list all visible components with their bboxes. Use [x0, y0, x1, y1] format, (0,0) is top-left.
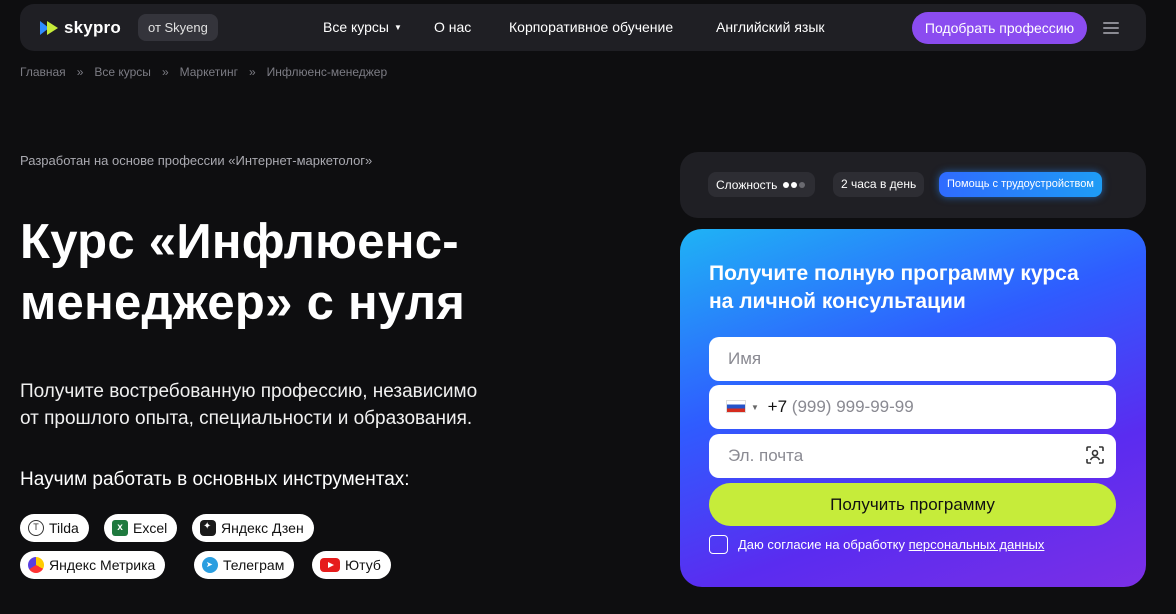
logo-text: skypro — [64, 18, 121, 37]
choose-profession-button[interactable]: Подобрать профессию — [912, 12, 1087, 44]
name-field[interactable]: Имя — [709, 337, 1116, 381]
difficulty-dot — [791, 182, 798, 188]
phone-prefix: +7 — [767, 397, 788, 416]
from-skyeng-badge[interactable]: от Skyeng — [138, 14, 218, 41]
email-field[interactable]: Эл. почта — [709, 434, 1116, 478]
logo-icon — [40, 21, 58, 35]
breadcrumb: Главная » Все курсы » Маркетинг » Инфлюенс-мен… — [20, 65, 387, 79]
page-title-line1: Курс «Инфлюенс- — [20, 215, 459, 269]
tool-tag-metrika: Яндекс Метрика — [20, 551, 166, 579]
consent-row: Даю согласие на обработку персональных д… — [709, 535, 1044, 554]
nav-english[interactable]: Английский язык — [716, 19, 825, 35]
breadcrumb-marketing[interactable]: Маркетинг — [180, 65, 238, 79]
breadcrumb-all-courses[interactable]: Все курсы — [94, 65, 151, 79]
job-help-chip: Помощь с трудоустройством — [939, 172, 1102, 197]
telegram-icon — [202, 557, 218, 573]
hours-chip: 2 часа в день — [833, 172, 925, 197]
breadcrumb-separator: » — [76, 65, 84, 79]
email-placeholder: Эл. почта — [728, 446, 804, 465]
consent-text-label: Даю согласие на обработку — [738, 537, 905, 552]
form-title-line2: на личной консультации — [709, 290, 966, 313]
form-title-line1: Получите полную программу курса — [709, 262, 1079, 285]
youtube-icon — [320, 558, 340, 572]
difficulty-chip: Сложность — [708, 172, 816, 197]
top-navbar: skypro от Skyeng Все курсы ▼ О нас Корпор… — [20, 4, 1146, 51]
tool-tag-label: Яндекс Дзен — [221, 520, 304, 536]
nav-all-courses-label: Все курсы — [323, 19, 389, 35]
difficulty-dot — [783, 182, 790, 188]
nav-corporate[interactable]: Корпоративное обучение — [509, 19, 673, 35]
hero-description-line2: от прошлого опыта, специальности и образ… — [20, 408, 473, 429]
consent-checkbox[interactable] — [709, 535, 728, 554]
contact-scan-icon[interactable] — [1086, 446, 1104, 464]
tool-tag-youtube: Ютуб — [312, 551, 391, 579]
excel-icon: x — [112, 520, 128, 536]
hero-description: Получите востребованную профессию, незав… — [20, 378, 540, 432]
tool-tag-label: Яндекс Метрика — [49, 557, 156, 573]
phone-placeholder: (999) 999-99-99 — [791, 397, 914, 416]
phone-field[interactable]: ▼ +7 (999) 999-99-99 — [709, 385, 1116, 429]
tool-tag-excel: x Excel — [104, 514, 178, 542]
chevron-down-icon: ▼ — [394, 23, 402, 32]
breadcrumb-separator: » — [248, 65, 256, 79]
difficulty-dots — [783, 172, 807, 197]
tool-tag-tilda: T Tilda — [20, 514, 89, 542]
breadcrumb-current: Инфлюенс-менеджер — [266, 65, 388, 79]
dzen-icon — [200, 520, 216, 536]
get-program-button[interactable]: Получить программу — [709, 483, 1116, 526]
russia-flag-icon[interactable] — [726, 400, 746, 413]
consultation-form: Получите полную программу курса на лично… — [680, 229, 1146, 587]
hero-description-line1: Получите востребованную профессию, незав… — [20, 381, 478, 402]
consent-text: Даю согласие на обработку персональных д… — [738, 537, 1044, 552]
difficulty-dot — [799, 182, 806, 188]
tools-heading: Научим работать в основных инструментах: — [20, 469, 410, 490]
tool-tag-telegram: Телеграм — [194, 551, 295, 579]
personal-data-link[interactable]: персональных данных — [909, 537, 1045, 552]
breadcrumb-home[interactable]: Главная — [20, 65, 66, 79]
nav-about[interactable]: О нас — [434, 19, 471, 35]
tool-tag-label: Ютуб — [345, 557, 381, 573]
page-title: Курс «Инфлюенс- менеджер» с нуля — [20, 212, 580, 334]
chevron-down-icon[interactable]: ▼ — [751, 403, 759, 412]
nav-all-courses[interactable]: Все курсы ▼ — [323, 19, 402, 35]
form-title: Получите полную программу курса на лично… — [709, 260, 1129, 316]
difficulty-label: Сложность — [716, 178, 778, 192]
tool-tag-dzen: Яндекс Дзен — [192, 514, 314, 542]
course-info-card: Сложность 2 часа в день Помощь с трудоус… — [680, 152, 1146, 218]
tool-tag-label: Tilda — [49, 520, 79, 536]
metrika-icon — [28, 557, 44, 573]
tool-tag-label: Excel — [133, 520, 168, 536]
menu-icon[interactable] — [1103, 22, 1119, 34]
breadcrumb-separator: » — [161, 65, 169, 79]
hero-subtitle: Разработан на основе профессии «Интернет… — [20, 153, 373, 168]
page-title-line2: менеджер» с нуля — [20, 276, 466, 330]
tool-tag-label: Телеграм — [223, 557, 285, 573]
skypro-logo[interactable]: skypro — [40, 18, 121, 38]
tilda-icon: T — [28, 520, 44, 536]
